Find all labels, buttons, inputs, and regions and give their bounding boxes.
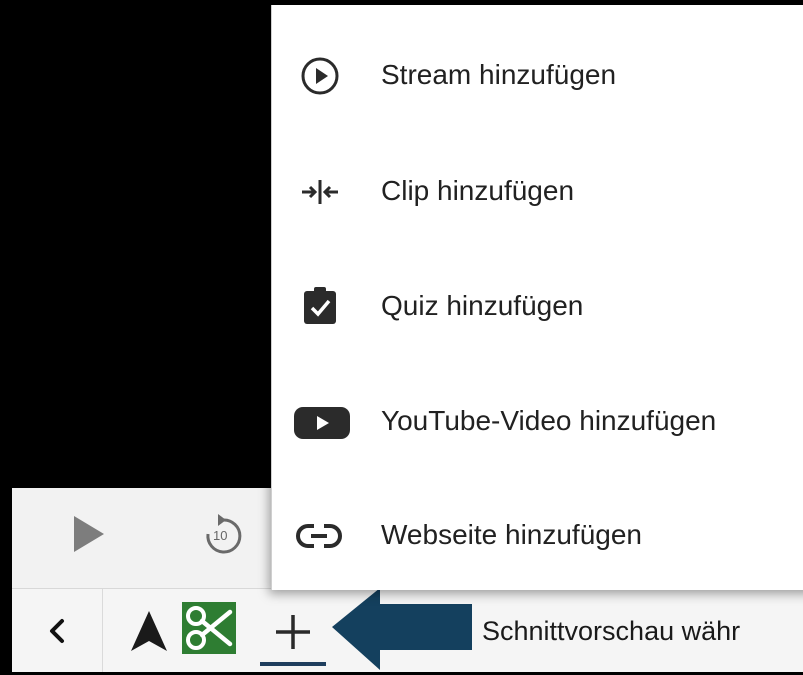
menu-item-add-stream[interactable]: Stream hinzufügen xyxy=(272,26,803,126)
plus-icon[interactable] xyxy=(258,605,328,661)
menu-item-label: Clip hinzufügen xyxy=(381,175,575,206)
youtube-icon xyxy=(292,405,352,445)
app-frame: 10 Schnittvorschau währ Stream hinzufüge… xyxy=(12,5,803,672)
rewind-seconds-label: 10 xyxy=(213,528,228,543)
menu-item-label: Quiz hinzufügen xyxy=(381,290,584,321)
replay-10-icon[interactable]: 10 xyxy=(200,512,246,558)
menu-item-add-quiz[interactable]: Quiz hinzufügen xyxy=(272,257,803,357)
menu-item-label: YouTube-Video hinzufügen xyxy=(381,405,717,436)
annotation-arrow-icon xyxy=(330,586,474,670)
toolbar-divider xyxy=(102,589,103,672)
cut-preview-hint: Schnittvorschau währ xyxy=(482,616,741,646)
split-arrows-icon xyxy=(300,172,340,212)
menu-item-label: Webseite hinzufügen xyxy=(381,519,642,550)
play-circle-icon xyxy=(300,56,340,96)
play-icon[interactable] xyxy=(74,516,104,552)
link-icon xyxy=(294,518,344,558)
menu-item-add-clip[interactable]: Clip hinzufügen xyxy=(272,142,803,242)
navigation-arrow-icon[interactable] xyxy=(129,609,169,653)
menu-item-label: Stream hinzufügen xyxy=(381,59,617,90)
active-tab-indicator xyxy=(260,662,326,666)
scissors-icon[interactable] xyxy=(182,602,236,654)
chevron-left-icon[interactable] xyxy=(46,613,68,649)
menu-item-add-website[interactable]: Webseite hinzufügen xyxy=(272,486,803,586)
add-content-menu: Stream hinzufügen Clip hinzufügen Quiz h… xyxy=(271,5,803,590)
menu-item-add-youtube[interactable]: YouTube-Video hinzufügen xyxy=(272,372,803,472)
clipboard-check-icon xyxy=(300,285,340,325)
